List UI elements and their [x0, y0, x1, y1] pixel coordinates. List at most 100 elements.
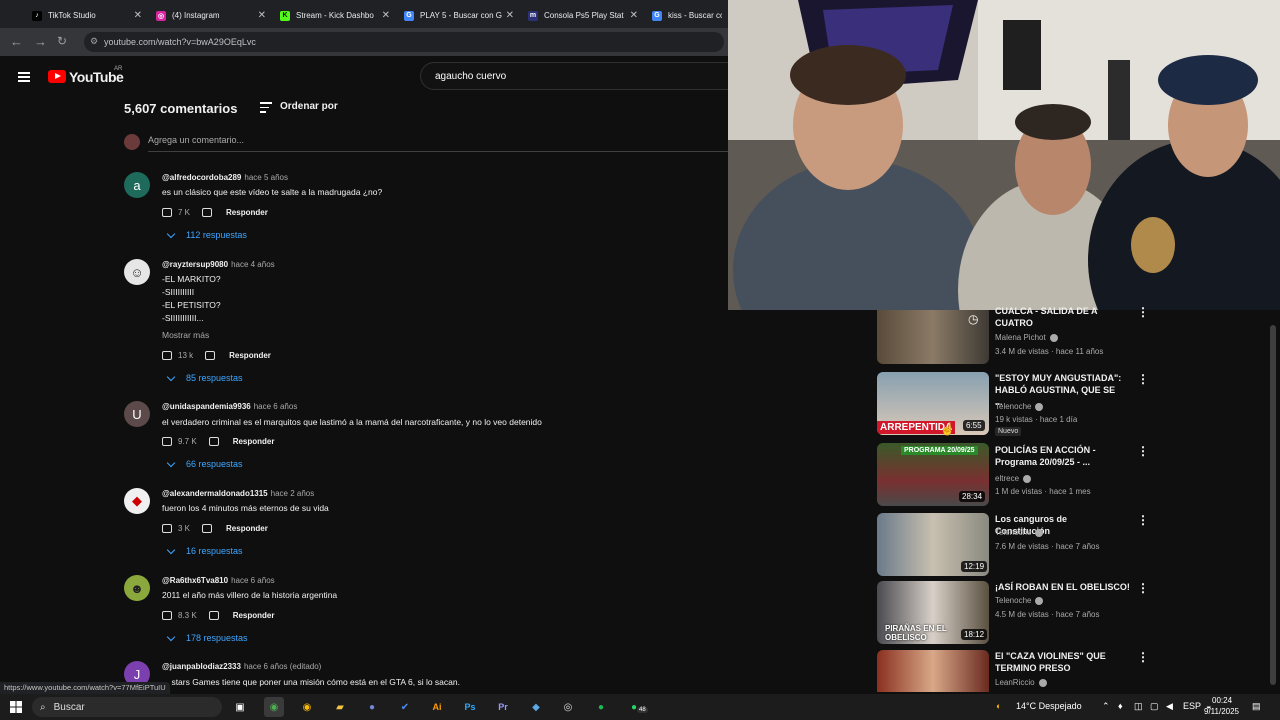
obs-icon[interactable]: ◎: [558, 697, 578, 717]
like-icon[interactable]: [162, 351, 172, 360]
photoshop-icon[interactable]: Ps: [460, 697, 480, 717]
back-icon[interactable]: ←: [10, 34, 23, 49]
close-icon[interactable]: ✕: [506, 10, 514, 21]
forward-icon[interactable]: →: [34, 34, 47, 49]
spotify-icon[interactable]: ●: [591, 697, 611, 717]
windows-start-icon[interactable]: [6, 697, 26, 717]
video-thumbnail[interactable]: [877, 650, 989, 692]
discord-icon[interactable]: ●: [362, 697, 382, 717]
more-options-icon[interactable]: ⋮: [1137, 581, 1149, 595]
weather-icon[interactable]: ◐: [996, 701, 1001, 711]
scrollbar[interactable]: [1270, 325, 1276, 685]
chrome-icon[interactable]: ◉: [264, 697, 284, 717]
video-channel[interactable]: eltrece: [995, 474, 1032, 483]
site-info-icon[interactable]: ⚙: [90, 36, 98, 47]
reply-button[interactable]: Responder: [233, 437, 275, 446]
comment-time[interactable]: hace 4 años: [231, 260, 275, 269]
video-channel[interactable]: Malena Pichot: [995, 333, 1058, 342]
tab-tiktok[interactable]: ♪ TikTok Studio ✕: [24, 3, 148, 28]
like-icon[interactable]: [162, 437, 172, 446]
tab-consola-ps5[interactable]: m Consola Ps5 Play Stat ✕: [520, 3, 644, 28]
comment-author[interactable]: @Ra6thx6Tva810: [162, 576, 228, 585]
reply-button[interactable]: Responder: [229, 351, 271, 360]
task-view-icon[interactable]: ▣: [230, 697, 250, 717]
more-options-icon[interactable]: ⋮: [1137, 513, 1149, 527]
comment-author[interactable]: @alfredocordoba289: [162, 173, 241, 182]
premiere-icon[interactable]: Pr: [493, 697, 513, 717]
close-icon[interactable]: ✕: [382, 10, 390, 21]
file-explorer-icon[interactable]: ▰: [330, 697, 350, 717]
reply-button[interactable]: Responder: [226, 208, 268, 217]
reply-button[interactable]: Responder: [226, 524, 268, 533]
sort-button[interactable]: Ordenar por: [280, 101, 338, 112]
menu-icon[interactable]: [18, 72, 30, 82]
video-title[interactable]: El "CAZA VIOLINES" QUE TERMINO PRESO: [995, 650, 1123, 674]
clock-icon[interactable]: ◷: [968, 312, 978, 326]
youtube-logo-icon[interactable]: [48, 70, 66, 83]
video-title[interactable]: ¡ASÍ ROBAN EN EL OBELISCO!: [995, 581, 1135, 593]
comment-time[interactable]: hace 6 años: [254, 402, 298, 411]
comment-time[interactable]: hace 5 años: [244, 173, 288, 182]
dislike-icon[interactable]: [202, 524, 213, 533]
network-icon[interactable]: ◫: [1134, 701, 1143, 712]
video-title[interactable]: CUALCA - SALIDA DE A CUATRO: [995, 305, 1123, 329]
url-field[interactable]: ⚙ youtube.com/watch?v=bwA29OEqLvc: [84, 32, 724, 52]
dislike-icon[interactable]: [202, 208, 213, 217]
tab-kiss-search[interactable]: Gkiss - Buscar con G: [644, 3, 728, 28]
dislike-icon[interactable]: [208, 611, 219, 620]
view-replies-button[interactable]: 178 respuestas: [164, 632, 248, 643]
like-icon[interactable]: [162, 208, 172, 217]
view-replies-button[interactable]: 85 respuestas: [164, 372, 243, 383]
comment-time[interactable]: hace 6 años: [231, 576, 275, 585]
volume-icon[interactable]: ◀: [1166, 701, 1173, 712]
view-replies-button[interactable]: 16 respuestas: [164, 545, 243, 556]
avatar[interactable]: ☻: [124, 575, 150, 601]
comment-time[interactable]: hace 6 años (editado): [244, 662, 321, 671]
video-thumbnail[interactable]: 12:19: [877, 513, 989, 576]
tab-play5-search[interactable]: G PLAY 5 - Buscar con G ✕: [396, 3, 520, 28]
avatar[interactable]: U: [124, 401, 150, 427]
more-options-icon[interactable]: ⋮: [1137, 372, 1149, 386]
video-thumbnail[interactable]: PROGRAMA 20/09/25 28:34: [877, 443, 989, 506]
tab-instagram[interactable]: ◎ (4) Instagram ✕: [148, 3, 272, 28]
comment-author[interactable]: @unidaspandemia9936: [162, 402, 251, 411]
video-channel[interactable]: Telenoche: [995, 402, 1044, 411]
reply-button[interactable]: Responder: [233, 611, 275, 620]
language-indicator[interactable]: ESP: [1183, 701, 1201, 711]
dislike-icon[interactable]: [205, 351, 216, 360]
add-comment-input[interactable]: Agrega un comentario...: [148, 135, 244, 145]
search-input[interactable]: agaucho cuervo: [420, 62, 728, 90]
video-thumbnail[interactable]: PIRAÑAS EN EL OBELISCO 18:12: [877, 581, 989, 644]
avatar[interactable]: ☺: [124, 259, 150, 285]
comment-time[interactable]: hace 2 años: [271, 489, 315, 498]
like-icon[interactable]: [162, 524, 172, 533]
notifications-icon[interactable]: ▤: [1252, 701, 1261, 712]
dislike-icon[interactable]: [208, 437, 219, 446]
more-options-icon[interactable]: ⋮: [1137, 305, 1149, 319]
weather-text[interactable]: 14°C Despejado: [1016, 701, 1082, 711]
chrome-profile-icon[interactable]: ◉: [297, 697, 317, 717]
more-options-icon[interactable]: ⋮: [1137, 650, 1149, 664]
video-title[interactable]: POLICÍAS EN ACCIÓN - Programa 20/09/25 -…: [995, 444, 1123, 468]
app-tray-icon[interactable]: ▢: [1150, 701, 1159, 712]
chevron-up-icon[interactable]: ⌃: [1102, 701, 1110, 712]
more-options-icon[interactable]: ⋮: [1137, 444, 1149, 458]
close-icon[interactable]: ✕: [258, 10, 266, 21]
illustrator-icon[interactable]: Ai: [427, 697, 447, 717]
clock-time[interactable]: 00:24: [1212, 696, 1232, 705]
comment-author[interactable]: @alexandermaldonado1315: [162, 489, 268, 498]
like-icon[interactable]: [162, 611, 172, 620]
taskbar-search[interactable]: ⌕ Buscar: [32, 697, 222, 717]
view-replies-button[interactable]: 66 respuestas: [164, 458, 243, 469]
video-channel[interactable]: Telenoche: [995, 528, 1044, 537]
clock-date[interactable]: 9/11/2025: [1204, 707, 1239, 716]
show-more-button[interactable]: Mostrar más: [162, 330, 209, 340]
app-icon[interactable]: ◆: [526, 697, 546, 717]
close-icon[interactable]: ✕: [134, 10, 142, 21]
app-icon[interactable]: ✔: [395, 697, 415, 717]
comment-author[interactable]: @rayztersup9080: [162, 260, 228, 269]
video-channel[interactable]: Telenoche: [995, 596, 1044, 605]
video-thumbnail[interactable]: ARREPENTIDA 6:55: [877, 372, 989, 435]
view-replies-button[interactable]: 112 respuestas: [164, 229, 247, 240]
sort-icon[interactable]: [260, 102, 272, 116]
